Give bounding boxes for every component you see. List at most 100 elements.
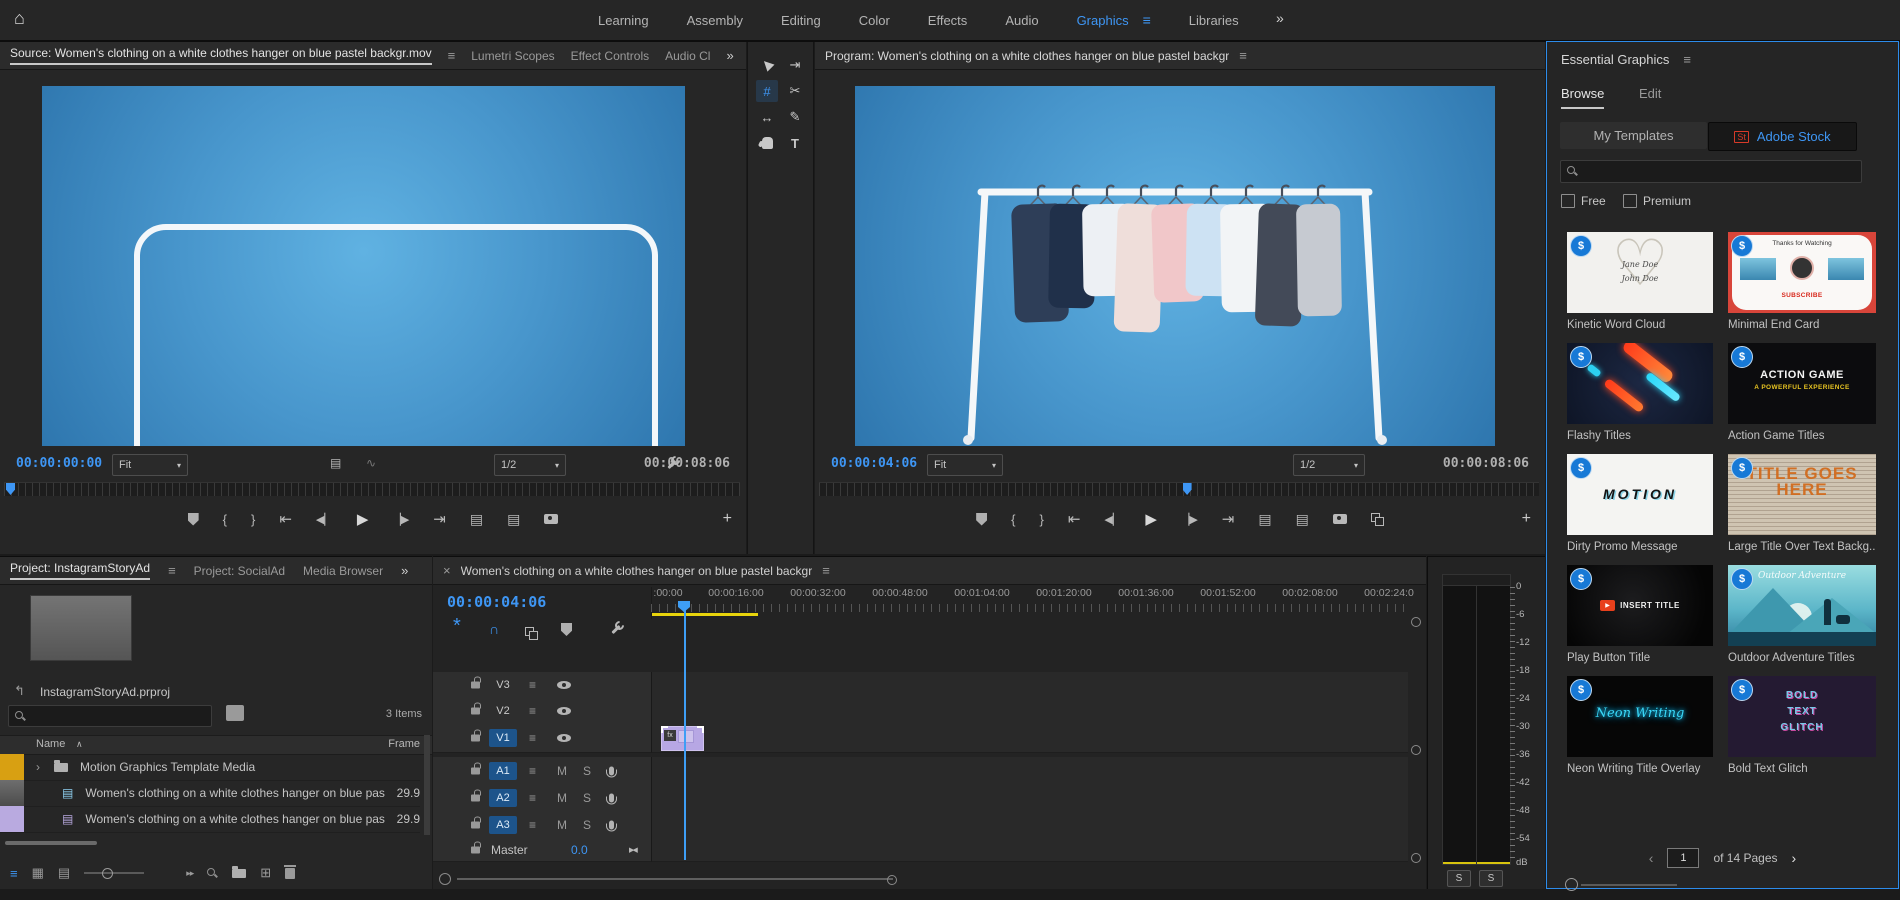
my-templates-button[interactable]: My Templates bbox=[1560, 122, 1707, 149]
zoom-slider[interactable] bbox=[84, 872, 144, 874]
adobe-stock-button[interactable]: St Adobe Stock bbox=[1708, 122, 1857, 151]
template-card[interactable]: $ MOTION Dirty Promo Message bbox=[1567, 454, 1713, 553]
template-card[interactable]: $ Thanks for Watching SUBSCRIBE Minimal … bbox=[1728, 232, 1876, 331]
source-seekbar[interactable] bbox=[4, 482, 740, 496]
track-a2-lane[interactable] bbox=[652, 784, 1408, 812]
solo-button[interactable]: S bbox=[583, 764, 591, 778]
zoom-slider-knob[interactable] bbox=[102, 868, 113, 879]
lock-icon[interactable] bbox=[471, 708, 480, 715]
list-view-icon[interactable]: ≡ bbox=[10, 866, 18, 881]
slider-track[interactable] bbox=[1581, 884, 1677, 886]
item-name[interactable]: Women's clothing on a white clothes hang… bbox=[85, 812, 388, 826]
voiceover-mic-icon[interactable] bbox=[609, 820, 614, 829]
track-label-a3[interactable]: A3 bbox=[489, 816, 517, 834]
tab-program[interactable]: Program: Women's clothing on a white clo… bbox=[825, 49, 1229, 63]
tab-sequence[interactable]: Women's clothing on a white clothes hang… bbox=[461, 564, 813, 578]
scrollbar-end-knob[interactable] bbox=[887, 875, 897, 885]
eg-panel-menu-icon[interactable]: ≡ bbox=[1683, 52, 1691, 67]
lock-icon[interactable] bbox=[471, 794, 480, 801]
track-label-v3[interactable]: V3 bbox=[489, 676, 517, 694]
tab-browse[interactable]: Browse bbox=[1561, 86, 1604, 109]
fx-badge[interactable]: fx bbox=[664, 730, 676, 741]
track-a3-lane[interactable] bbox=[652, 811, 1408, 839]
workspace-audio[interactable]: Audio bbox=[1005, 13, 1038, 28]
folder-up-icon[interactable]: ↰ bbox=[14, 683, 25, 699]
template-card[interactable]: $ BOLD TEXT GLITCH Bold Text Glitch bbox=[1728, 676, 1876, 775]
column-name[interactable]: Name bbox=[36, 738, 65, 750]
export-frame-icon[interactable] bbox=[544, 514, 558, 524]
voiceover-mic-icon[interactable] bbox=[609, 766, 614, 775]
lock-icon[interactable] bbox=[471, 735, 480, 742]
mute-button[interactable]: M bbox=[557, 764, 567, 778]
premium-checkbox[interactable]: Premium bbox=[1623, 194, 1691, 208]
solo-right-button[interactable]: S bbox=[1479, 870, 1503, 887]
automate-to-sequence-icon[interactable]: ▸▸ bbox=[186, 868, 193, 879]
tab-project-instagramstoryad[interactable]: Project: InstagramStoryAd bbox=[10, 561, 150, 580]
mute-button[interactable]: M bbox=[557, 791, 567, 805]
item-name[interactable]: Motion Graphics Template Media bbox=[80, 760, 255, 774]
project-panel-menu-icon[interactable]: ≡ bbox=[168, 563, 176, 578]
program-button-editor-icon[interactable]: + bbox=[1522, 510, 1531, 528]
source-zoom-select[interactable]: Fit▾ bbox=[112, 454, 188, 476]
track-label-a2[interactable]: A2 bbox=[489, 789, 517, 807]
column-frame[interactable]: Frame bbox=[388, 738, 420, 750]
program-seekbar[interactable] bbox=[819, 482, 1539, 496]
step-forward-icon[interactable]: ▕▶ bbox=[392, 513, 409, 526]
source-tab-overflow-icon[interactable]: » bbox=[726, 48, 732, 63]
timeline-timecode[interactable]: 00:00:04:06 bbox=[447, 593, 546, 611]
workspace-learning[interactable]: Learning bbox=[598, 13, 649, 28]
goto-out-icon[interactable]: ⇥ bbox=[1222, 510, 1235, 528]
lock-icon[interactable] bbox=[471, 682, 480, 689]
track-v3-lane[interactable] bbox=[652, 672, 1408, 699]
track-resize-knob[interactable] bbox=[1411, 617, 1421, 627]
goto-in-icon[interactable]: ⇤ bbox=[1068, 510, 1081, 528]
timeline-playhead-line[interactable] bbox=[684, 604, 686, 860]
add-marker-icon[interactable] bbox=[976, 513, 987, 526]
program-settings-wrench-icon[interactable] bbox=[665, 455, 681, 471]
eg-search-input[interactable] bbox=[1560, 160, 1862, 183]
drag-video-icon[interactable]: ▤ bbox=[330, 456, 341, 470]
track-select-forward-icon[interactable]: ⇥ bbox=[784, 54, 806, 76]
template-card[interactable]: $ TITLE GOES HERE Large Title Over Text … bbox=[1728, 454, 1876, 553]
project-vertical-scrollbar[interactable] bbox=[424, 735, 430, 835]
drag-audio-icon[interactable]: ∿ bbox=[366, 456, 376, 470]
next-page-icon[interactable]: › bbox=[1792, 850, 1797, 866]
solo-button[interactable]: S bbox=[583, 818, 591, 832]
mark-in-icon[interactable]: { bbox=[1011, 512, 1015, 527]
timeline-ruler[interactable]: :00:00 00:00:16:00 00:00:32:00 00:00:48:… bbox=[651, 587, 1409, 619]
workspace-assembly[interactable]: Assembly bbox=[687, 13, 743, 28]
toggle-output-eye-icon[interactable] bbox=[557, 707, 571, 715]
item-name[interactable]: Women's clothing on a white clothes hang… bbox=[85, 786, 388, 800]
track-resize-knob[interactable] bbox=[1411, 745, 1421, 755]
track-v1-lane[interactable] bbox=[652, 724, 1408, 753]
page-number-input[interactable] bbox=[1667, 848, 1699, 868]
workspace-editing[interactable]: Editing bbox=[781, 13, 821, 28]
workspace-color[interactable]: Color bbox=[859, 13, 890, 28]
play-icon[interactable]: ▶ bbox=[357, 510, 369, 528]
master-gain-value[interactable]: 0.0 bbox=[571, 843, 588, 857]
source-video-viewport[interactable] bbox=[42, 86, 685, 446]
lock-icon[interactable] bbox=[471, 767, 480, 774]
track-resize-knob[interactable] bbox=[1411, 853, 1421, 863]
step-back-icon[interactable]: ◀▏ bbox=[1104, 513, 1121, 526]
nest-toggle-icon[interactable]: * bbox=[453, 619, 461, 633]
tab-media-browser[interactable]: Media Browser bbox=[303, 564, 383, 578]
track-label-v1[interactable]: V1 bbox=[489, 729, 517, 747]
source-current-timecode[interactable]: 00:00:00:00 bbox=[16, 456, 102, 471]
razor-icon[interactable]: ✂ bbox=[784, 80, 806, 102]
hand-tool-icon[interactable] bbox=[756, 132, 778, 154]
timeline-scroll-knob[interactable] bbox=[439, 873, 451, 885]
project-horizontal-scrollbar[interactable] bbox=[5, 841, 97, 845]
comparison-view-icon[interactable] bbox=[1371, 513, 1384, 525]
new-item-icon[interactable]: ⊞ bbox=[260, 865, 271, 881]
template-card[interactable]: $ Neon Writing Neon Writing Title Overla… bbox=[1567, 676, 1713, 775]
pen-tool-icon[interactable]: ✎ bbox=[784, 106, 806, 128]
item-thumbnail[interactable] bbox=[0, 806, 24, 832]
free-checkbox[interactable]: Free bbox=[1561, 194, 1606, 208]
step-back-icon[interactable]: ◀▏ bbox=[316, 513, 333, 526]
work-area-bar[interactable] bbox=[652, 613, 758, 616]
delete-icon[interactable] bbox=[285, 868, 295, 879]
type-tool-icon[interactable]: T bbox=[784, 132, 806, 154]
snap-magnet-icon[interactable]: ∩ bbox=[489, 621, 499, 637]
search-bin-icon[interactable] bbox=[226, 705, 244, 721]
